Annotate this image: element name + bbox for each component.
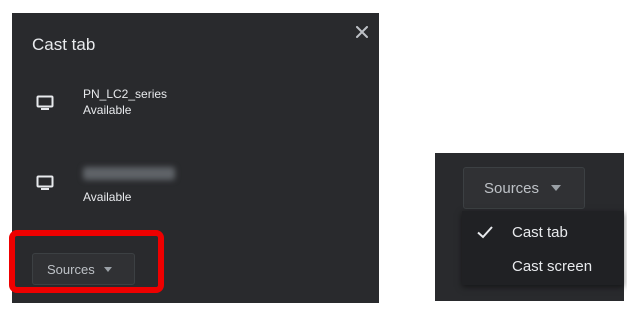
sink-item-pn-lc2-series[interactable]: PN_LC2_series Available: [12, 81, 379, 141]
menu-item-cast-tab[interactable]: Cast tab: [462, 216, 624, 250]
menu-item-label: Cast tab: [512, 224, 568, 241]
annotation-highlight-box: [9, 230, 164, 293]
dialog-title: Cast tab: [32, 35, 96, 54]
checkmark-icon: [477, 226, 493, 239]
sink-status: Available: [83, 103, 132, 117]
close-icon[interactable]: [356, 26, 368, 38]
sources-dropdown-button[interactable]: Sources: [463, 167, 585, 209]
close-button[interactable]: [351, 21, 373, 43]
sources-label: Sources: [484, 179, 540, 197]
menu-item-label: Cast screen: [512, 258, 593, 275]
sink-name: PN_LC2_series: [83, 87, 168, 101]
caret-down-icon: [551, 185, 562, 191]
monitor-icon: [36, 175, 54, 190]
menu-item-cast-screen[interactable]: Cast screen: [462, 250, 624, 284]
monitor-icon: [36, 95, 54, 110]
sources-dropdown-menu: Cast tab Cast screen: [462, 211, 624, 285]
sink-status: Available: [83, 190, 132, 204]
screenshot-stage: Cast tab PN_LC2_series Available Availab…: [0, 0, 627, 309]
sources-menu-panel: Sources Cast tab Cast screen: [435, 153, 624, 301]
sink-item-blurred[interactable]: Available: [12, 163, 379, 223]
sink-name-redacted: [83, 167, 175, 180]
